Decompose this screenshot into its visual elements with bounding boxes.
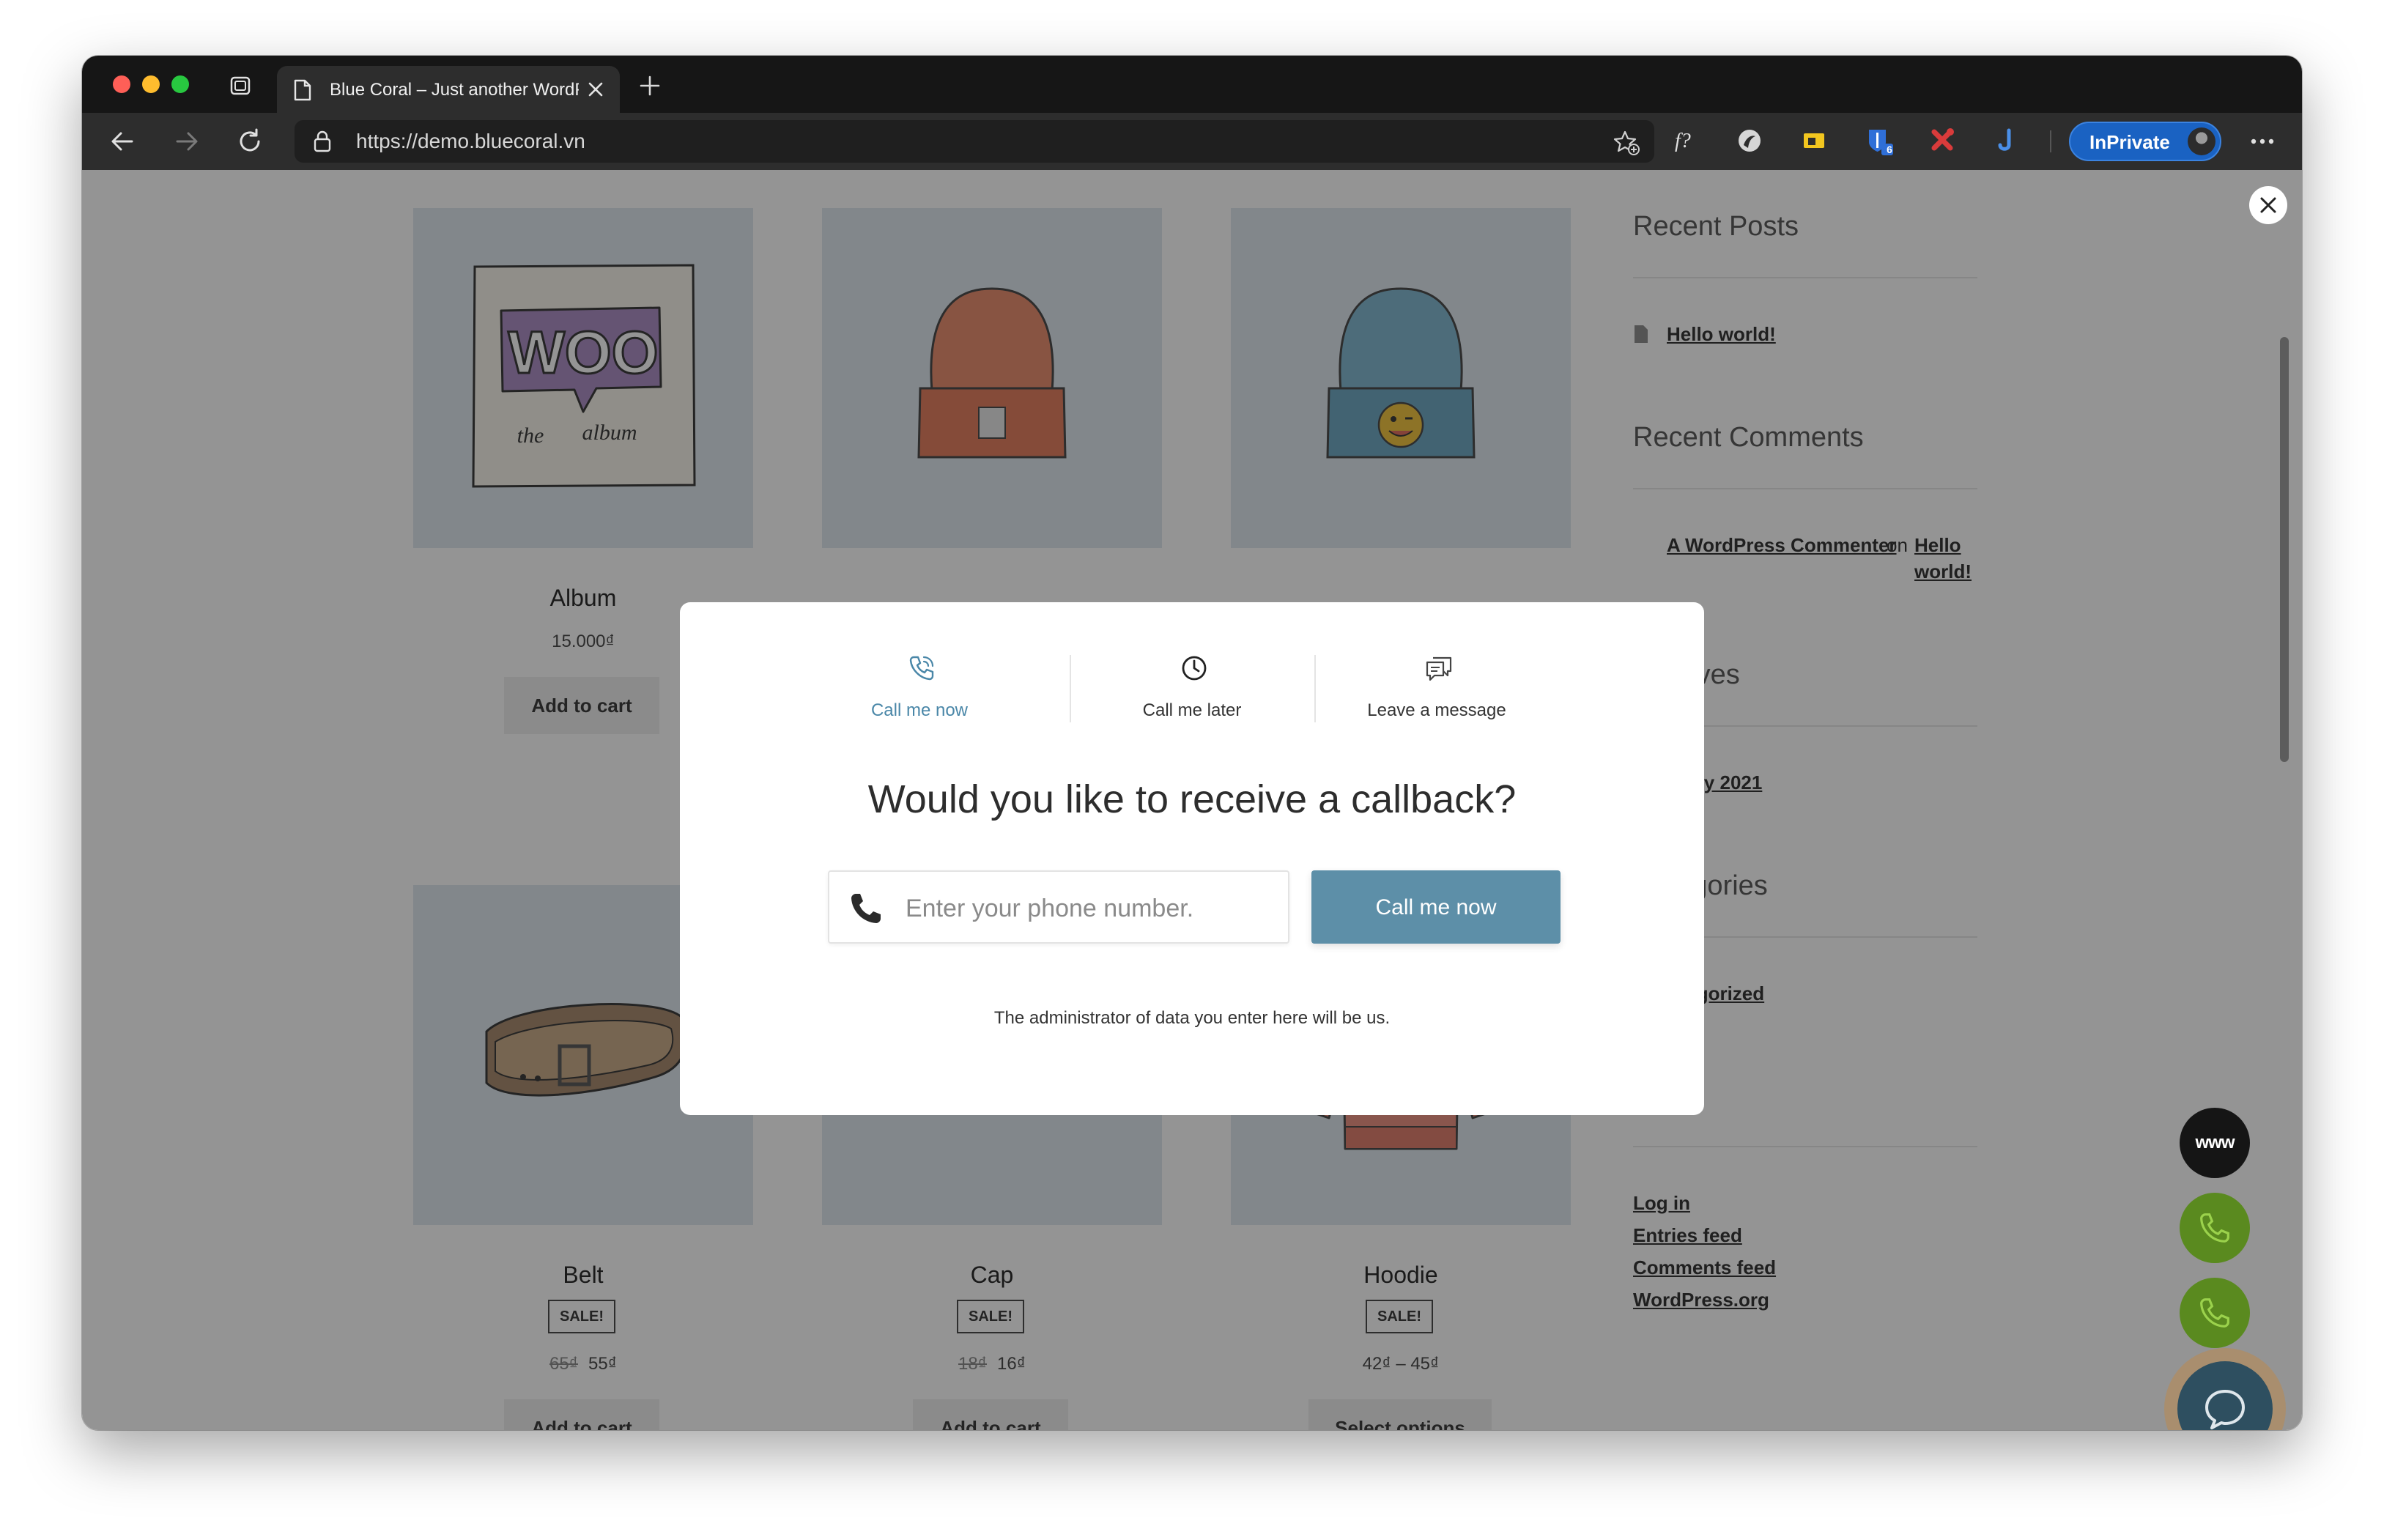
lock-icon[interactable]	[312, 130, 333, 152]
j-extension-icon[interactable]	[1991, 126, 2021, 155]
toolbar-divider	[2050, 130, 2051, 152]
extension-badge: 6	[1887, 144, 1892, 155]
tab-bar: Blue Coral – Just another WordPress site	[82, 56, 2302, 113]
modal-heading: Would you like to receive a callback?	[867, 777, 1517, 821]
more-options-icon[interactable]	[2248, 132, 2277, 151]
tools-extension-icon[interactable]	[1928, 126, 1958, 155]
call-me-now-button[interactable]: Call me now	[1311, 870, 1561, 944]
active-tab[interactable]: Blue Coral – Just another WordPress site	[277, 66, 620, 113]
tab-label: Call me now	[870, 700, 969, 720]
message-icon	[1426, 656, 1452, 681]
phone-icon	[851, 894, 881, 923]
phone-icon	[2200, 1298, 2229, 1328]
font-finder-extension-icon[interactable]: f?	[1672, 126, 1701, 155]
maximize-window-button[interactable]	[171, 75, 189, 93]
phone-input[interactable]	[904, 888, 1273, 929]
browser-toolbar: https://demo.bluecoral.vn f? 6 InPrivate	[82, 113, 2302, 170]
phone-ringing-icon	[909, 656, 934, 681]
inprivate-label: InPrivate	[2089, 131, 2170, 153]
page-content: WOO the album Album 15.000₫ Add to cart	[82, 170, 2302, 1430]
inprivate-button[interactable]: InPrivate	[2069, 122, 2221, 161]
forward-icon[interactable]	[173, 127, 201, 155]
clock-icon	[1182, 656, 1207, 681]
page-icon	[293, 79, 312, 101]
phone-field[interactable]	[828, 870, 1289, 944]
tab-call-me-now[interactable]: Call me now	[797, 654, 1042, 727]
back-icon[interactable]	[108, 127, 136, 155]
tab-leave-a-message[interactable]: Leave a message	[1314, 654, 1559, 727]
close-window-button[interactable]	[113, 75, 130, 93]
phone-icon	[2200, 1213, 2229, 1243]
call-float-button[interactable]	[2180, 1193, 2250, 1263]
url-text[interactable]: https://demo.bluecoral.vn	[356, 129, 585, 154]
chat-bubble-icon	[2205, 1390, 2245, 1429]
close-tab-icon[interactable]	[586, 80, 605, 99]
font-finder-label: f?	[1675, 130, 1691, 152]
call-float-button-secondary[interactable]	[2180, 1278, 2250, 1348]
callback-modal: Call me now Call me later Leave a messag…	[680, 602, 1704, 1115]
new-tab-icon[interactable]	[639, 75, 661, 97]
swirl-extension-icon[interactable]	[1735, 126, 1764, 155]
add-favorite-icon[interactable]	[1613, 129, 1640, 155]
website-float-button[interactable]: www	[2180, 1108, 2250, 1178]
password-manager-extension-icon[interactable]: 6	[1864, 126, 1893, 155]
tab-label: Call me later	[1142, 700, 1242, 720]
close-icon	[2260, 197, 2276, 213]
tab-call-me-later[interactable]: Call me later	[1070, 654, 1314, 727]
minimize-window-button[interactable]	[142, 75, 160, 93]
address-bar[interactable]: https://demo.bluecoral.vn	[295, 120, 1654, 163]
refresh-icon[interactable]	[236, 127, 264, 155]
close-modal-button[interactable]	[2249, 186, 2287, 224]
tab-label: Leave a message	[1367, 700, 1506, 720]
data-disclaimer: The administrator of data you enter here…	[993, 1008, 1391, 1028]
www-label: www	[2195, 1133, 2235, 1152]
tab-actions-icon[interactable]	[229, 73, 253, 98]
profile-avatar	[2188, 127, 2215, 155]
browser-window: Blue Coral – Just another WordPress site…	[82, 56, 2302, 1430]
tab-title: Blue Coral – Just another WordPress site	[330, 80, 579, 100]
notes-extension-icon[interactable]	[1799, 126, 1829, 155]
